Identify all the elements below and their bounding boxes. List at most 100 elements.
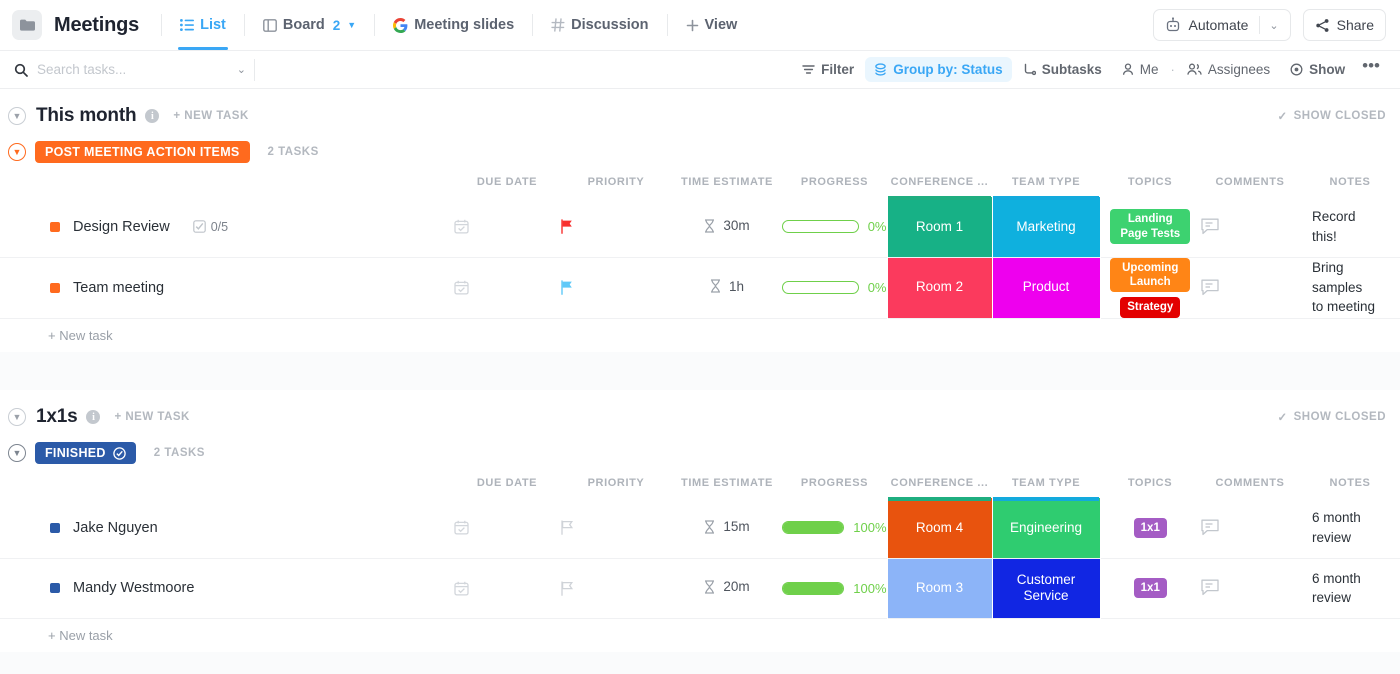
conference-room-cell[interactable]: Room 2 xyxy=(887,257,992,318)
table-row[interactable]: Mandy Westmoore 20m100%Room 3Customer Ser… xyxy=(0,558,1400,618)
column-header[interactable]: CONFERENCE ... xyxy=(887,167,992,197)
comments-cell[interactable] xyxy=(1200,498,1300,558)
column-header[interactable]: PRIORITY xyxy=(560,167,672,197)
info-icon[interactable]: i xyxy=(86,410,100,424)
column-header[interactable]: PROGRESS xyxy=(782,468,887,498)
topics-cell[interactable]: 1x1 xyxy=(1100,558,1200,618)
comments-cell[interactable] xyxy=(1200,257,1300,318)
column-header[interactable]: TEAM TYPE xyxy=(992,167,1100,197)
new-task-row[interactable]: + New task xyxy=(0,318,1400,352)
section-new-task-button[interactable]: + NEW TASK xyxy=(114,411,189,423)
column-header[interactable]: TIME ESTIMATE xyxy=(672,167,782,197)
column-header[interactable]: TOPICS xyxy=(1100,468,1200,498)
progress-cell[interactable]: 100% xyxy=(782,558,887,618)
tab-board[interactable]: Board 2 ▼ xyxy=(253,0,366,50)
priority-flag-icon[interactable] xyxy=(560,581,672,596)
notes-cell[interactable]: 6 month review xyxy=(1300,558,1400,618)
task-name-cell[interactable]: Design Review0/5 xyxy=(0,197,454,257)
priority-flag-icon[interactable] xyxy=(560,520,672,535)
chevron-down-icon[interactable]: ⌄ xyxy=(237,63,246,76)
column-header[interactable]: TEAM TYPE xyxy=(992,468,1100,498)
column-header[interactable]: TOPICS xyxy=(1100,167,1200,197)
time-estimate-cell[interactable]: 20m xyxy=(672,558,782,618)
status-marker-icon[interactable] xyxy=(50,523,60,533)
chevron-down-icon[interactable]: ▼ xyxy=(347,20,356,30)
table-row[interactable]: Design Review0/5 30m0%Room 1Marketing Land… xyxy=(0,197,1400,257)
share-button[interactable]: Share xyxy=(1303,9,1386,41)
priority-cell[interactable] xyxy=(560,257,672,318)
table-row[interactable]: Jake Nguyen15m100%Room 4Engineering1x16 … xyxy=(0,498,1400,558)
show-button[interactable]: Show xyxy=(1281,57,1354,82)
progress-bar[interactable] xyxy=(782,521,844,534)
calendar-icon[interactable] xyxy=(454,581,560,596)
calendar-icon[interactable] xyxy=(454,280,560,295)
column-header[interactable]: COMMENTS xyxy=(1200,468,1300,498)
new-task-row[interactable]: + New task xyxy=(0,618,1400,652)
topic-tag[interactable]: 1x1 xyxy=(1134,518,1167,538)
status-marker-icon[interactable] xyxy=(50,583,60,593)
column-header[interactable]: CONFERENCE ... xyxy=(887,468,992,498)
section-new-task-button[interactable]: + NEW TASK xyxy=(173,110,248,122)
new-task-label[interactable]: + New task xyxy=(0,318,1400,352)
search-input[interactable] xyxy=(37,62,228,77)
new-task-label[interactable]: + New task xyxy=(0,618,1400,652)
topic-tag[interactable]: Strategy xyxy=(1120,297,1180,317)
team-type-cell[interactable]: Marketing xyxy=(992,197,1100,257)
comment-icon[interactable] xyxy=(1200,579,1300,597)
more-options-button[interactable]: ••• xyxy=(1356,56,1386,83)
section-collapse-toggle[interactable]: ▼ xyxy=(8,408,26,426)
task-name-cell[interactable]: Jake Nguyen xyxy=(0,498,454,558)
comment-icon[interactable] xyxy=(1200,279,1300,297)
notes-cell[interactable]: Bring samples to meeting xyxy=(1300,257,1400,318)
calendar-icon[interactable] xyxy=(454,219,560,234)
group-collapse-toggle[interactable]: ▼ xyxy=(8,143,26,161)
comment-icon[interactable] xyxy=(1200,218,1300,236)
conference-room-cell[interactable]: Room 1 xyxy=(887,197,992,257)
section-collapse-toggle[interactable]: ▼ xyxy=(8,107,26,125)
tab-list[interactable]: List xyxy=(170,0,236,50)
search-box[interactable]: ⌄ xyxy=(14,62,246,77)
time-estimate-cell[interactable]: 1h xyxy=(672,257,782,318)
table-row[interactable]: Team meeting1h0%Room 2ProductUpcoming La… xyxy=(0,257,1400,318)
automate-button[interactable]: Automate ⌄ xyxy=(1153,9,1290,41)
status-marker-icon[interactable] xyxy=(50,222,60,232)
team-type-cell[interactable]: Customer Service xyxy=(992,558,1100,618)
column-header[interactable]: PROGRESS xyxy=(782,167,887,197)
comment-icon[interactable] xyxy=(1200,519,1300,537)
column-header[interactable]: NOTES xyxy=(1300,468,1400,498)
filter-button[interactable]: Filter xyxy=(793,57,863,82)
priority-cell[interactable] xyxy=(560,197,672,257)
status-badge[interactable]: FINISHED xyxy=(35,442,136,464)
chevron-down-icon[interactable]: ⌄ xyxy=(1269,19,1278,32)
topic-tag[interactable]: 1x1 xyxy=(1134,578,1167,598)
priority-cell[interactable] xyxy=(560,498,672,558)
status-marker-icon[interactable] xyxy=(50,283,60,293)
tab-discussion[interactable]: Discussion xyxy=(541,0,658,50)
column-header[interactable]: COMMENTS xyxy=(1200,167,1300,197)
tab-add-view[interactable]: View xyxy=(676,0,748,50)
time-estimate-cell[interactable]: 15m xyxy=(672,498,782,558)
topics-cell[interactable]: Landing Page Tests xyxy=(1100,197,1200,257)
conference-room-cell[interactable]: Room 3 xyxy=(887,558,992,618)
topic-tag[interactable]: Landing Page Tests xyxy=(1110,209,1190,244)
task-name-cell[interactable]: Team meeting xyxy=(0,257,454,318)
topics-cell[interactable]: Upcoming LaunchStrategy xyxy=(1100,257,1200,318)
column-header[interactable]: PRIORITY xyxy=(560,468,672,498)
column-header[interactable]: DUE DATE xyxy=(454,167,560,197)
show-closed-button[interactable]: ✓SHOW CLOSED xyxy=(1277,410,1386,424)
assignees-button[interactable]: Assignees xyxy=(1178,57,1279,82)
notes-cell[interactable]: 6 month review xyxy=(1300,498,1400,558)
task-name-cell[interactable]: Mandy Westmoore xyxy=(0,558,454,618)
time-estimate-cell[interactable]: 30m xyxy=(672,197,782,257)
progress-bar[interactable] xyxy=(782,582,844,595)
team-type-cell[interactable]: Product xyxy=(992,257,1100,318)
column-header[interactable]: NOTES xyxy=(1300,167,1400,197)
priority-flag-icon[interactable] xyxy=(560,280,672,295)
topics-cell[interactable]: 1x1 xyxy=(1100,498,1200,558)
group-collapse-toggle[interactable]: ▼ xyxy=(8,444,26,462)
subtasks-button[interactable]: Subtasks xyxy=(1014,57,1111,82)
progress-cell[interactable]: 0% xyxy=(782,197,887,257)
info-icon[interactable]: i xyxy=(145,109,159,123)
priority-cell[interactable] xyxy=(560,558,672,618)
notes-cell[interactable]: Record this! xyxy=(1300,197,1400,257)
